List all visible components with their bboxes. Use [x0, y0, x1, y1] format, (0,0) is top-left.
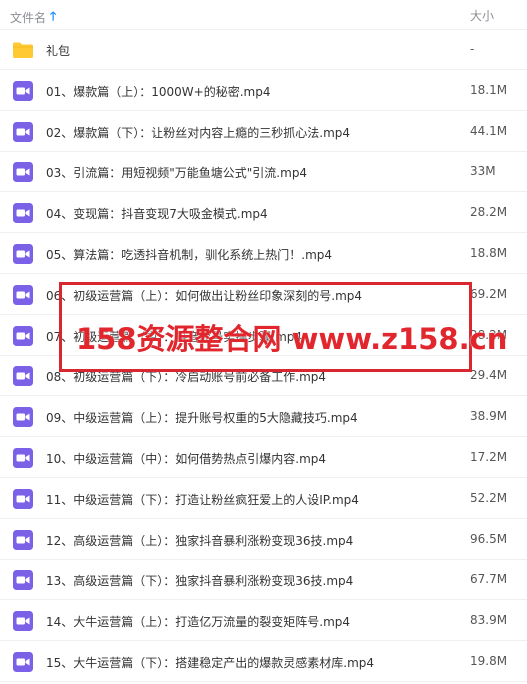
file-row[interactable]: 13、高级运营篇（下）：独家抖音暴利涨粉变现36技.mp4 67.7M — [0, 560, 527, 601]
column-header-size[interactable]: 大小 — [470, 7, 494, 24]
video-file-icon — [12, 161, 34, 183]
file-size: 44.1M — [470, 123, 508, 138]
video-file-icon — [12, 202, 34, 224]
file-row[interactable]: 15、大牛运营篇（下）：搭建稳定产出的爆款灵感素材库.mp4 19.8M — [0, 642, 527, 682]
video-file-icon — [12, 651, 34, 673]
video-file-icon — [12, 284, 34, 306]
file-name[interactable]: 05、算法篇：吃透抖音机制，驯化系统上热门！.mp4 — [46, 246, 332, 263]
watermark-text: 158资源整合网 www.z158.cn — [76, 322, 508, 356]
file-name[interactable]: 04、变现篇：抖音变现7大吸金模式.mp4 — [46, 205, 268, 222]
file-name[interactable]: 13、高级运营篇（下）：独家抖音暴利涨粉变现36技.mp4 — [46, 572, 353, 589]
file-row[interactable]: 礼包 - — [0, 30, 527, 70]
file-row[interactable]: 14、大牛运营篇（上）：打造亿万流量的裂变矩阵号.mp4 83.9M — [0, 601, 527, 642]
sort-ascending-icon[interactable]: 🡑 — [50, 7, 56, 28]
video-file-icon — [12, 610, 34, 632]
file-size: 38.9M — [470, 409, 508, 424]
file-size: 17.2M — [470, 450, 508, 464]
video-file-icon — [12, 447, 34, 469]
file-size: - — [470, 42, 475, 56]
file-list-header: 文件名 🡑 大小 — [0, 0, 527, 30]
file-size: 33M — [470, 164, 496, 179]
file-size: 69.2M — [470, 286, 508, 301]
file-row[interactable]: 05、算法篇：吃透抖音机制，驯化系统上热门！.mp4 18.8M — [0, 234, 527, 274]
column-header-name-label: 文件名 — [10, 11, 47, 25]
file-name[interactable]: 礼包 — [46, 42, 70, 59]
video-file-icon — [12, 365, 34, 387]
file-name[interactable]: 01、爆款篇（上）：1000W+的秘密.mp4 — [46, 83, 271, 100]
file-row[interactable]: 11、中级运营篇（下）：打造让粉丝疯狂爱上的人设IP.mp4 52.2M — [0, 479, 527, 519]
file-name[interactable]: 15、大牛运营篇（下）：搭建稳定产出的爆款灵感素材库.mp4 — [46, 654, 374, 671]
file-name[interactable]: 03、引流篇：用短视频"万能鱼塘公式"引流.mp4 — [46, 164, 307, 181]
file-row[interactable]: 04、变现篇：抖音变现7大吸金模式.mp4 28.2M — [0, 193, 527, 234]
video-file-icon — [12, 80, 34, 102]
file-size: 52.2M — [470, 490, 508, 505]
file-name[interactable]: 10、中级运营篇（中）：如何借势热点引爆内容.mp4 — [46, 450, 326, 467]
file-size: 96.5M — [470, 531, 508, 546]
video-file-icon — [12, 488, 34, 510]
file-row[interactable]: 10、中级运营篇（中）：如何借势热点引爆内容.mp4 17.2M — [0, 438, 527, 478]
file-row[interactable]: 01、爆款篇（上）：1000W+的秘密.mp4 18.1M — [0, 71, 527, 111]
file-name[interactable]: 09、中级运营篇（上）：提升账号权重的5大隐藏技巧.mp4 — [46, 409, 358, 426]
file-name[interactable]: 14、大牛运营篇（上）：打造亿万流量的裂变矩阵号.mp4 — [46, 613, 350, 630]
file-row[interactable]: 09、中级运营篇（上）：提升账号权重的5大隐藏技巧.mp4 38.9M — [0, 397, 527, 438]
file-size: 18.1M — [470, 82, 508, 97]
file-size: 83.9M — [470, 613, 508, 628]
video-file-icon — [12, 569, 34, 591]
video-file-icon — [12, 121, 34, 143]
file-size: 28.2M — [470, 205, 508, 220]
file-size: 29.4M — [470, 368, 508, 383]
file-size: 19.8M — [470, 654, 508, 668]
video-file-icon — [12, 406, 34, 428]
file-row[interactable]: 03、引流篇：用短视频"万能鱼塘公式"引流.mp4 33M — [0, 152, 527, 193]
column-header-name[interactable]: 文件名 🡑 — [10, 7, 56, 28]
video-file-icon — [12, 243, 34, 265]
file-name[interactable]: 11、中级运营篇（下）：打造让粉丝疯狂爱上的人设IP.mp4 — [46, 491, 359, 508]
file-name[interactable]: 02、爆款篇（下）：让粉丝对内容上瘾的三秒抓心法.mp4 — [46, 124, 350, 141]
video-file-icon — [12, 325, 34, 347]
file-size: 67.7M — [470, 572, 508, 587]
file-name[interactable]: 12、高级运营篇（上）：独家抖音暴利涨粉变现36技.mp4 — [46, 532, 353, 549]
file-row[interactable]: 02、爆款篇（下）：让粉丝对内容上瘾的三秒抓心法.mp4 44.1M — [0, 112, 527, 152]
folder-icon — [12, 39, 34, 61]
file-row[interactable]: 12、高级运营篇（上）：独家抖音暴利涨粉变现36技.mp4 96.5M — [0, 520, 527, 560]
file-size: 18.8M — [470, 246, 508, 260]
video-file-icon — [12, 529, 34, 551]
